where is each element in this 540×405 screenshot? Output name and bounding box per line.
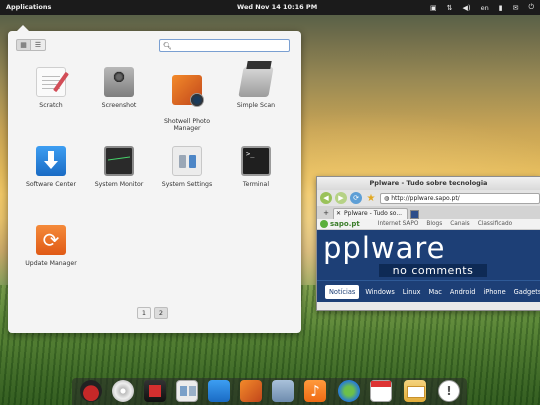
app-label: System Monitor	[94, 181, 144, 188]
monitor-icon	[104, 146, 134, 176]
app-simple-scan[interactable]: Simple Scan	[221, 67, 291, 110]
nav-item-iphone[interactable]: iPhone	[481, 285, 507, 299]
site-nav: Notícias Windows Linux Mac Android iPhon…	[317, 280, 540, 302]
browser-toolbar: ◀ ▶ ⟳ ★ ◍ http://pplware.sapo.pt/	[317, 190, 540, 206]
app-system-monitor[interactable]: System Monitor	[84, 146, 154, 189]
app-update-manager[interactable]: Update Manager	[16, 225, 86, 268]
app-label: Terminal	[242, 181, 270, 188]
search-icon: 🔍︎	[163, 41, 172, 50]
sapo-link[interactable]: Classificado	[478, 221, 512, 227]
page-button-1[interactable]: 1	[137, 307, 151, 319]
window-title[interactable]: Pplware - Tudo sobre tecnologia	[317, 177, 540, 190]
top-panel: Applications Wed Nov 14 10:16 PM ▣ ⇅ ◀) …	[0, 0, 540, 15]
chat-icon[interactable]	[438, 380, 460, 402]
network-icon[interactable]: ⇅	[447, 4, 453, 12]
app-scratch[interactable]: Scratch	[16, 67, 86, 110]
download-icon[interactable]	[208, 380, 230, 402]
search-box[interactable]: 🔍︎	[159, 39, 290, 52]
app-terminal[interactable]: Terminal	[221, 146, 291, 189]
site-logo[interactable]: pplware	[323, 232, 446, 264]
app-label: System Settings	[161, 181, 213, 188]
app-label: Shotwell Photo Manager	[164, 117, 210, 133]
nav-item-mac[interactable]: Mac	[427, 285, 444, 299]
web-browser-icon[interactable]	[338, 380, 360, 402]
close-tab-icon[interactable]: ✕	[336, 209, 341, 219]
sapo-link[interactable]: Internet SAPO	[378, 221, 419, 227]
files-icon[interactable]	[272, 380, 294, 402]
page-button-2[interactable]: 2	[154, 307, 168, 319]
sapo-logo[interactable]: sapo.pt	[320, 220, 360, 228]
camera-icon	[104, 67, 134, 97]
nav-item-noticias[interactable]: Notícias	[325, 284, 360, 299]
address-bar[interactable]: ◍ http://pplware.sapo.pt/	[380, 192, 540, 204]
app-software-center[interactable]: Software Center	[16, 146, 86, 189]
browser-tab[interactable]: ✕ Pplware - Tudo so...	[333, 208, 408, 219]
sapo-bar: sapo.pt Internet SAPO Blogs Canais Class…	[317, 219, 540, 230]
terminal-icon	[241, 146, 271, 176]
mail-icon[interactable]: ✉	[513, 4, 519, 12]
reload-icon[interactable]: ⟳	[350, 192, 362, 204]
new-tab-icon[interactable]: +	[321, 208, 331, 219]
dock	[72, 378, 467, 405]
applications-menu-button[interactable]: Applications	[6, 3, 51, 11]
nav-item-linux[interactable]: Linux	[401, 285, 423, 299]
clock[interactable]: Wed Nov 14 10:16 PM	[237, 3, 317, 11]
site-banner: pplware no comments	[317, 230, 540, 280]
application-launcher: ▦ ☰ 🔍︎ Scratch Screenshot Shotwell Photo…	[8, 25, 301, 333]
nav-item-gadgets[interactable]: Gadgets	[512, 285, 540, 299]
sound-icon[interactable]: ◀)	[462, 4, 470, 12]
tab-title: Pplware - Tudo so...	[344, 210, 403, 217]
browser-window: Pplware - Tudo sobre tecnologia ◀ ▶ ⟳ ★ …	[316, 176, 540, 311]
view-toggle: ▦ ☰	[16, 39, 46, 51]
site-tagline: no comments	[379, 264, 487, 277]
url-text: http://pplware.sapo.pt/	[391, 194, 460, 202]
calendar-icon[interactable]	[370, 380, 392, 402]
ladybug-icon[interactable]	[80, 380, 102, 402]
shotwell-icon[interactable]	[240, 380, 262, 402]
update-icon	[36, 225, 66, 255]
download-icon	[36, 146, 66, 176]
shotwell-icon	[172, 74, 204, 107]
app-screenshot[interactable]: Screenshot	[84, 67, 154, 110]
app-system-settings[interactable]: System Settings	[152, 146, 222, 189]
nav-item-windows[interactable]: Windows	[363, 285, 396, 299]
video-icon[interactable]	[144, 380, 166, 402]
launcher-pager: 1 2	[137, 307, 168, 319]
photos-icon[interactable]	[176, 380, 198, 402]
category-view-icon[interactable]: ☰	[31, 39, 46, 51]
app-shotwell[interactable]: Shotwell Photo Manager	[152, 67, 222, 133]
app-label: Scratch	[39, 102, 63, 109]
bookmark-star-icon[interactable]: ★	[365, 192, 377, 204]
nav-item-android[interactable]: Android	[448, 285, 478, 299]
music-icon[interactable]	[304, 380, 326, 402]
tab-bar: + ✕ Pplware - Tudo so...	[317, 206, 540, 219]
scratch-icon	[36, 67, 66, 97]
app-label: Update Manager	[25, 260, 77, 267]
app-label: Software Center	[25, 181, 77, 188]
tab-favicon-icon[interactable]	[410, 210, 419, 219]
keyboard-layout-indicator[interactable]: en	[481, 4, 489, 12]
cd-icon[interactable]	[112, 380, 134, 402]
grid-view-icon[interactable]: ▦	[16, 39, 31, 51]
battery-icon[interactable]: ▮	[499, 4, 503, 12]
back-icon[interactable]: ◀	[320, 192, 332, 204]
indicator-app-icon[interactable]: ▣	[430, 4, 437, 12]
scanner-icon	[238, 67, 274, 97]
sapo-link[interactable]: Blogs	[426, 221, 442, 227]
system-tray: ▣ ⇅ ◀) en ▮ ✉ ⏻	[430, 2, 534, 13]
app-label: Simple Scan	[236, 102, 276, 109]
search-input[interactable]	[174, 41, 275, 50]
sapo-link[interactable]: Canais	[450, 221, 469, 227]
settings-icon	[172, 146, 202, 176]
app-label: Screenshot	[101, 102, 137, 109]
globe-icon: ◍	[384, 194, 390, 202]
mail-icon[interactable]	[404, 380, 426, 402]
power-icon[interactable]: ⏻	[528, 3, 534, 12]
forward-icon[interactable]: ▶	[335, 192, 347, 204]
